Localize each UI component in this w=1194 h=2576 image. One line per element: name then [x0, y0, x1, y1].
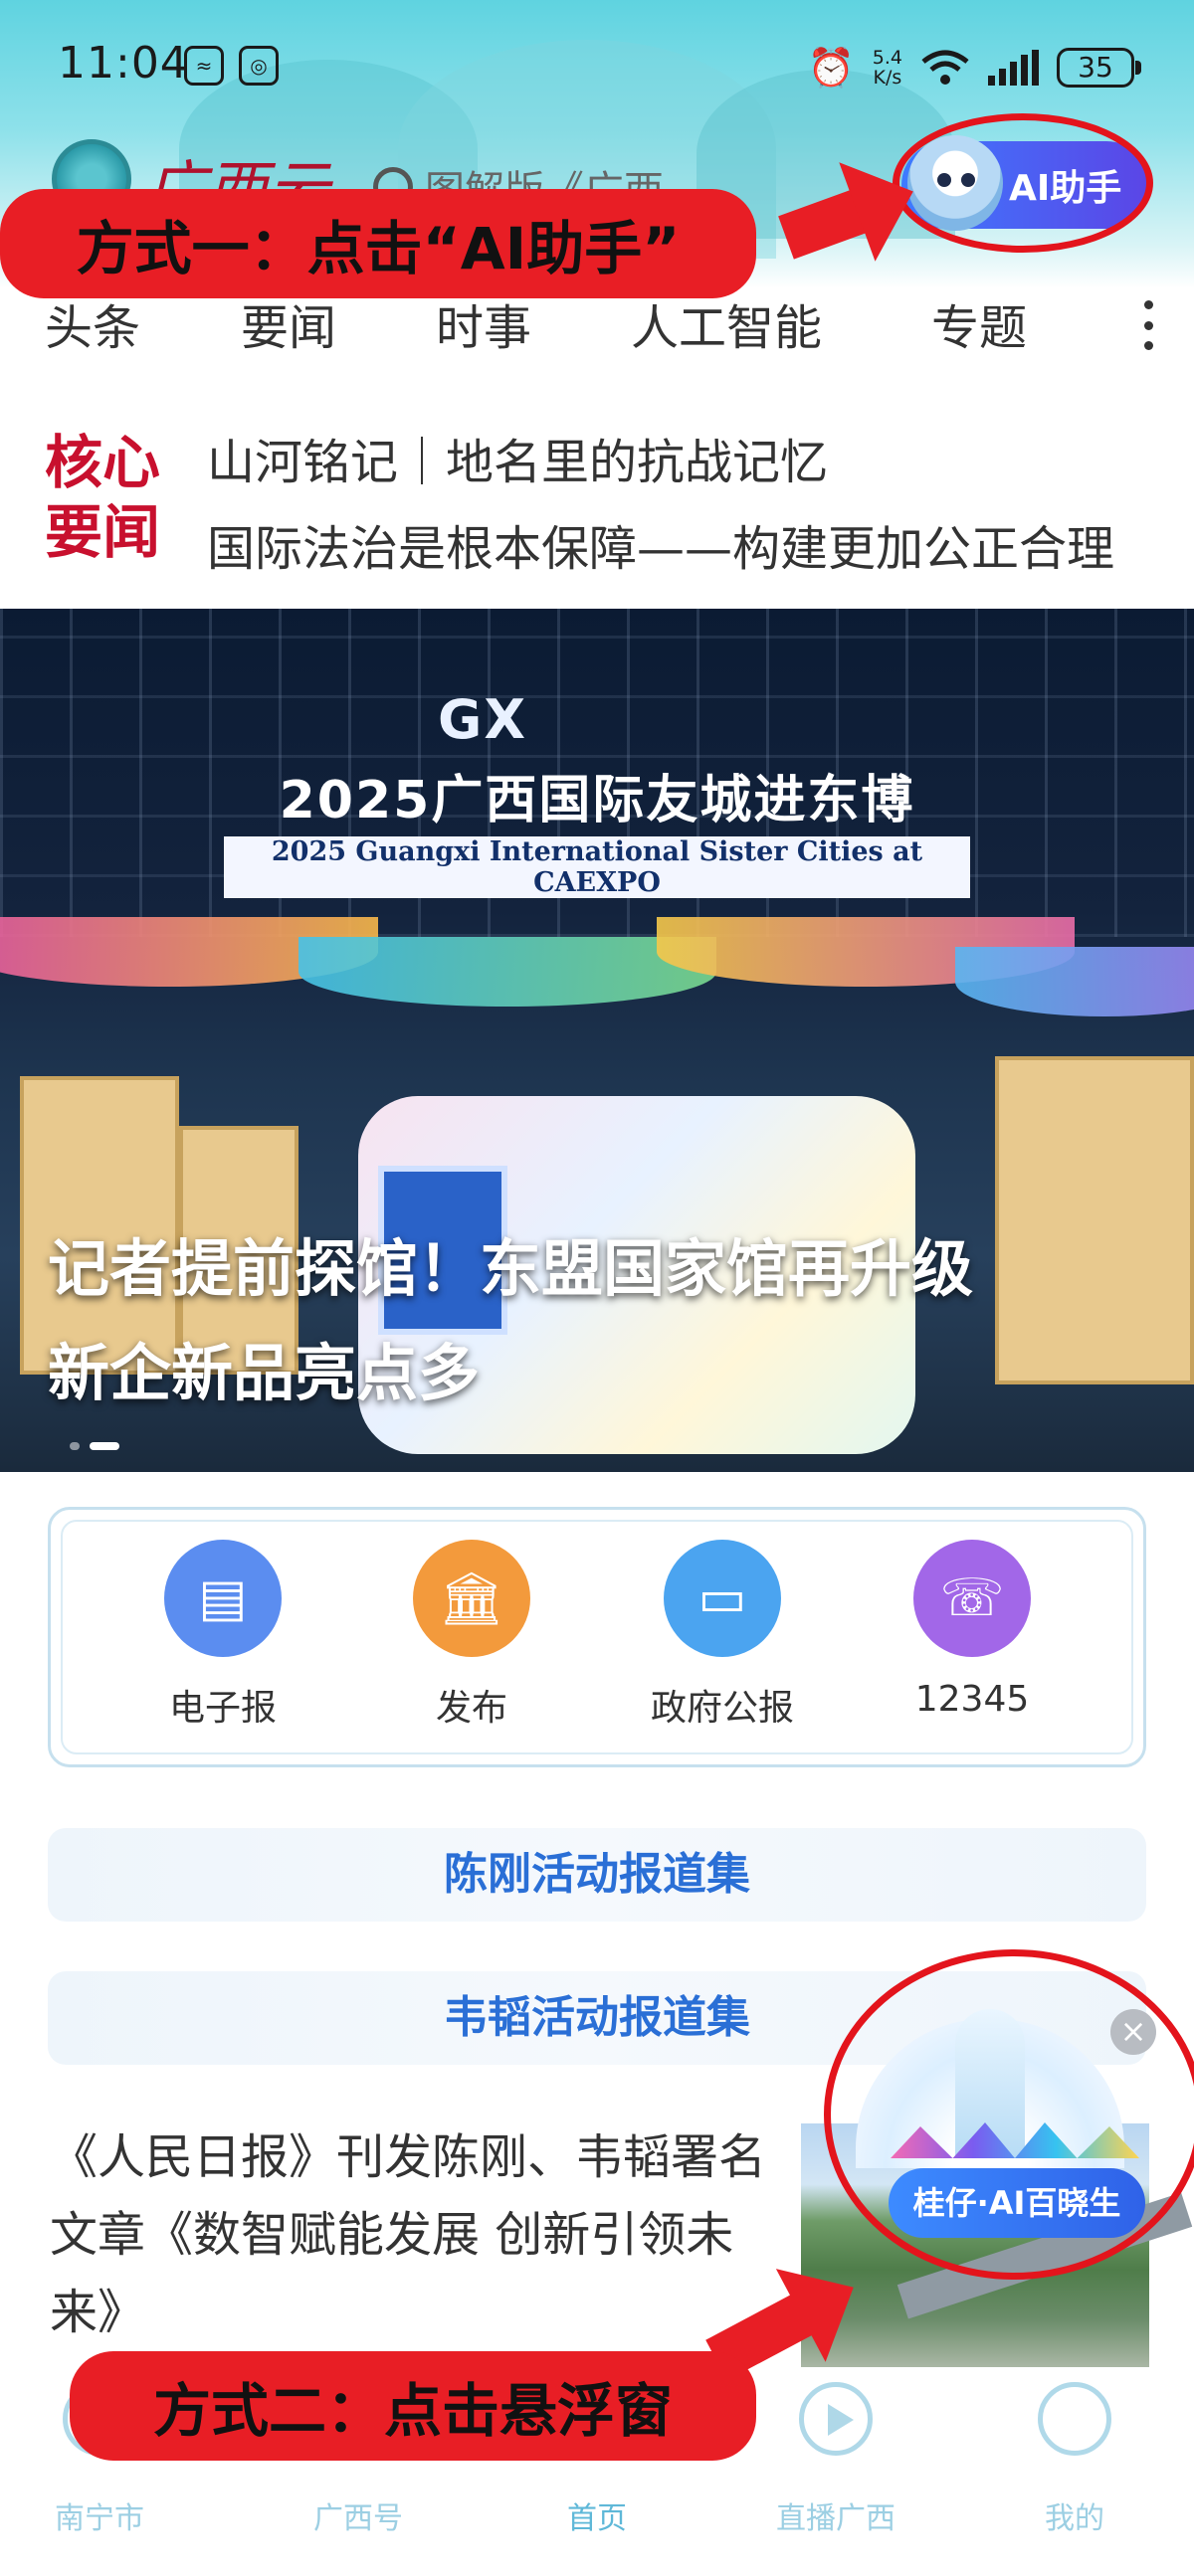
event-sign-title: 2025广西国际友城进东博 [279, 771, 915, 830]
core-news-item[interactable]: 国际法治是根本保障——构建更加公正合理 [207, 509, 1152, 579]
ribbon-decoration [955, 947, 1194, 1016]
banner-headline-line2[interactable]: 新企新品亮点多 [48, 1323, 480, 1412]
service-release[interactable]: 🏛 发布 [372, 1540, 571, 1731]
newspaper-icon: ▤ [164, 1540, 282, 1657]
alarm-icon: ⏰ [807, 45, 855, 90]
channel-tabs: 头条 要闻 时事 人工智能 专题 [0, 288, 1194, 378]
bottom-nav-label: 首页 [567, 2501, 627, 2536]
tab-current-affairs[interactable]: 时事 [436, 288, 531, 358]
net-speed-unit: K/s [873, 67, 902, 89]
tab-topics[interactable]: 专题 [931, 288, 1027, 358]
annotation-method-2: 方式二：点击悬浮窗 [70, 2351, 756, 2461]
service-12345[interactable]: ☏ 12345 [873, 1540, 1072, 1720]
wifi-icon [921, 50, 969, 85]
service-e-newspaper[interactable]: ▤ 电子报 [123, 1540, 322, 1731]
annotation-circle-float [824, 1949, 1194, 2280]
core-news-badge-line2: 要闻 [45, 498, 161, 566]
building-icon: 🏛 [413, 1540, 530, 1657]
tab-ai[interactable]: 人工智能 [631, 288, 822, 358]
service-label: 12345 [914, 1679, 1030, 1720]
service-label: 政府公报 [650, 1688, 794, 1729]
bottom-nav-label: 我的 [1045, 2501, 1104, 2536]
battery-icon: 35 [1057, 48, 1141, 88]
profile-icon [1038, 2382, 1111, 2456]
service-gov-gazette[interactable]: ▭ 政府公报 [623, 1540, 822, 1731]
annotation-circle-ai [893, 113, 1153, 253]
tab-key-news[interactable]: 要闻 [241, 288, 336, 358]
bottom-nav-label: 广西号 [313, 2501, 403, 2536]
service-label: 发布 [435, 1688, 507, 1729]
bottom-nav-label: 直播广西 [776, 2501, 896, 2536]
service-shortcuts: ▤ 电子报 🏛 发布 ▭ 政府公报 ☏ 12345 [48, 1507, 1146, 1767]
core-news-item[interactable]: 山河铭记｜地名里的抗战记忆 [207, 423, 1152, 492]
bottom-nav-live[interactable]: 直播广西 [751, 2382, 920, 2537]
annotation-method-1: 方式一：点击“AI助手” [0, 189, 756, 298]
bottom-nav-me[interactable]: 我的 [990, 2382, 1159, 2537]
calendar-icon: ▭ [664, 1540, 781, 1657]
signal-icon [988, 50, 1039, 86]
carousel-pager [70, 1442, 119, 1450]
banner-headline-line1[interactable]: 记者提前探馆！东盟国家馆再升级 [48, 1218, 973, 1308]
notification-icon: ≈ [184, 46, 224, 86]
article-title[interactable]: 《人民日报》刊发陈刚、韦韬署名文章《数智赋能发展 创新引领未来》 [50, 2118, 766, 2351]
net-speed-value: 5.4 [872, 47, 902, 69]
ribbon-decoration [298, 937, 716, 1007]
phone-house-icon: ☏ [913, 1540, 1031, 1657]
app-notification-icon: ◎ [239, 46, 279, 86]
net-speed: 5.4 K/s [873, 48, 902, 88]
more-tabs-icon[interactable] [1140, 300, 1156, 350]
status-time: 11:04 [58, 38, 189, 89]
event-sign: 2025广西国际友城进东博 2025 Guangxi International… [224, 758, 970, 898]
tab-headlines[interactable]: 头条 [45, 288, 140, 358]
event-sign-subtitle: 2025 Guangxi International Sister Cities… [224, 836, 970, 898]
report-collection-1[interactable]: 陈刚活动报道集 [48, 1828, 1146, 1922]
core-news-badge-line1: 核心 [45, 429, 161, 496]
core-news-badge: 核心 要闻 [45, 428, 174, 567]
gx-logo: GX [438, 688, 527, 751]
play-icon [799, 2382, 873, 2456]
bottom-nav-label: 南宁市 [55, 2501, 144, 2536]
status-right: ⏰ 5.4 K/s 35 [807, 38, 1141, 97]
service-label: 电子报 [168, 1688, 277, 1729]
booth-right [995, 1056, 1194, 1384]
